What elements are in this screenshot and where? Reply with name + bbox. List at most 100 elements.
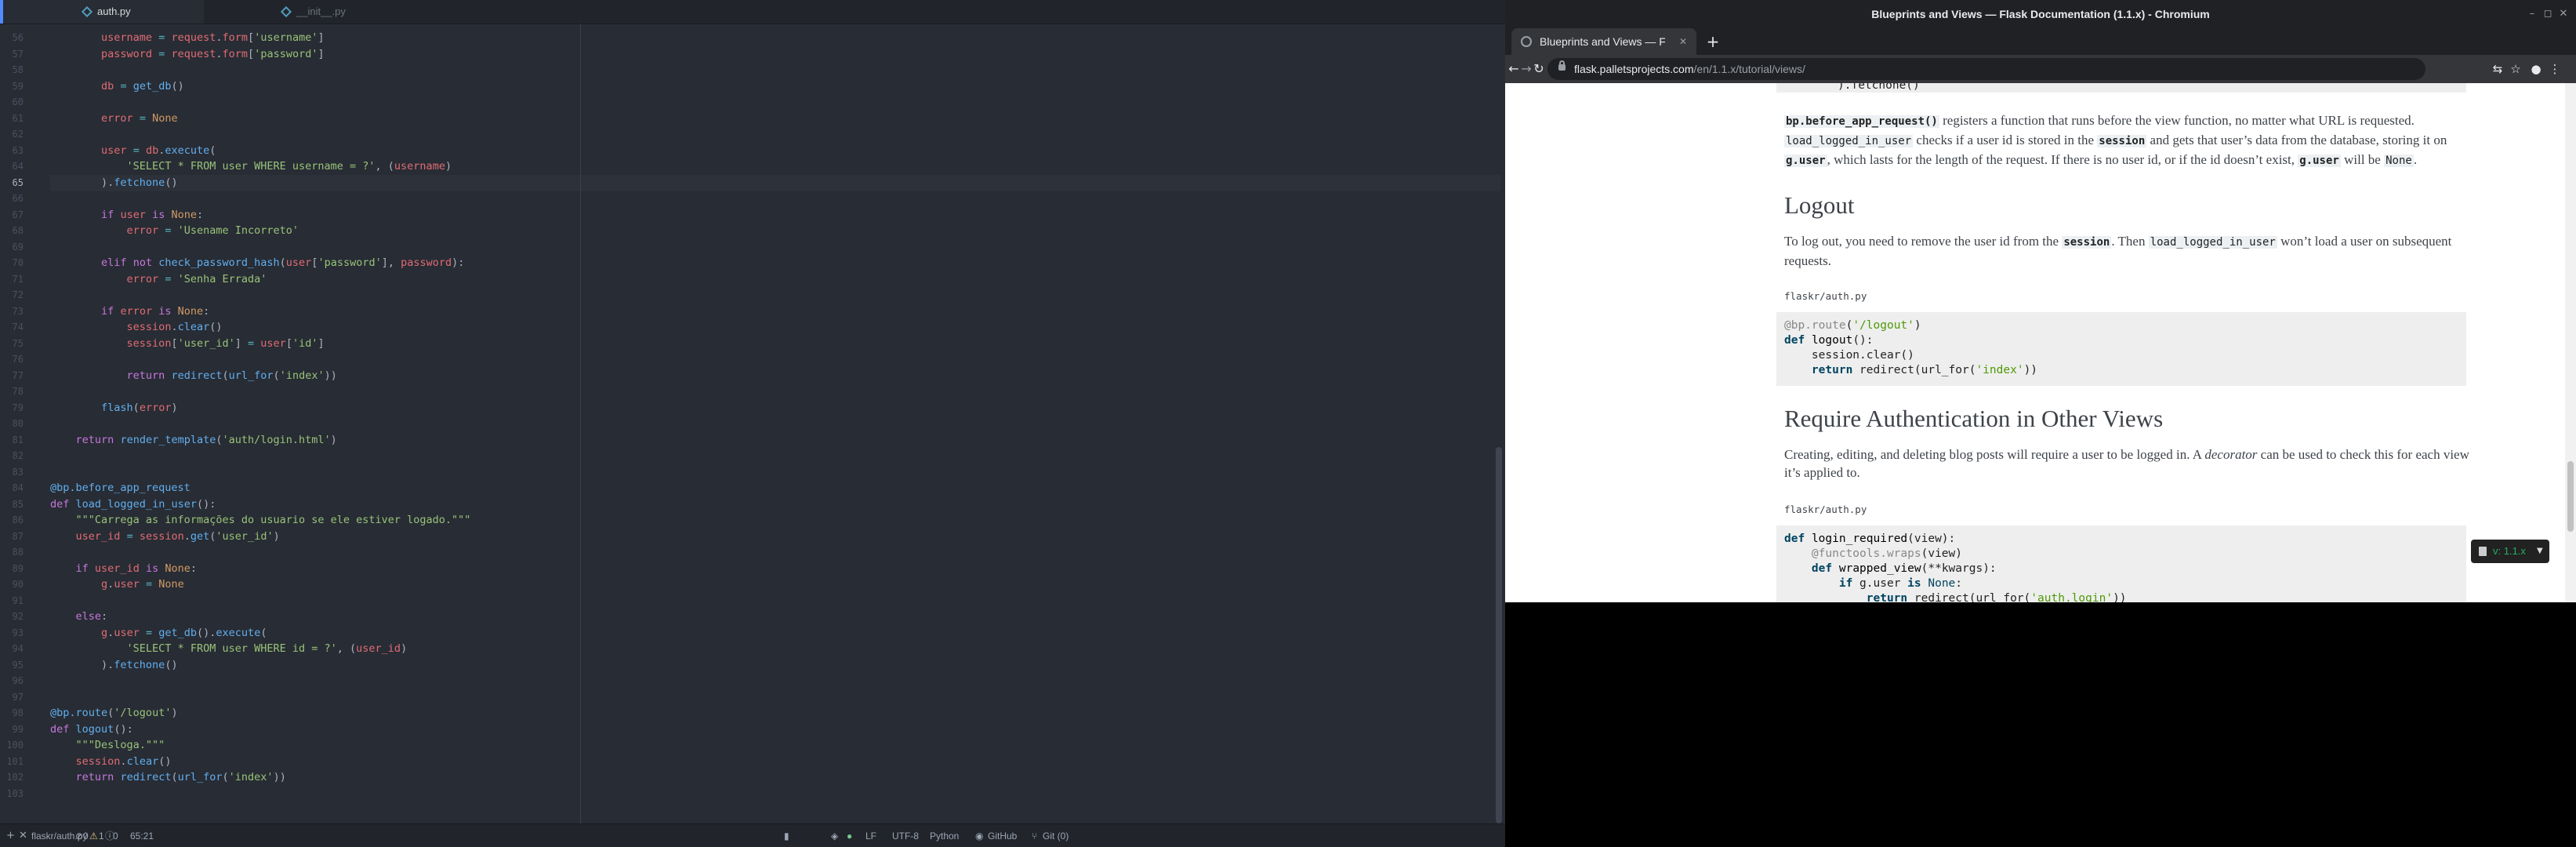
line-number[interactable]: 63	[0, 143, 24, 159]
line-number[interactable]: 92	[0, 609, 24, 625]
warning-count[interactable]: 1	[99, 824, 104, 847]
code-line[interactable]: """Carrega as informações do usuario se …	[50, 512, 471, 529]
inline-code[interactable]: g.user	[1784, 154, 1827, 167]
line-number[interactable]: 82	[0, 448, 24, 464]
close-icon[interactable]: ✕	[19, 824, 27, 847]
line-number[interactable]: 68	[0, 223, 24, 239]
line-number[interactable]: 98	[0, 705, 24, 722]
line-number[interactable]: 77	[0, 368, 24, 384]
line-number[interactable]: 70	[0, 255, 24, 271]
inline-code[interactable]: g.user	[2298, 154, 2341, 167]
encoding[interactable]: UTF-8	[892, 824, 919, 847]
browser-tab[interactable]: Blueprints and Views — F ✕	[1511, 28, 1696, 55]
inline-code[interactable]: bp.before_app_request()	[1784, 115, 1939, 128]
code-line[interactable]: user_id = session.get('user_id')	[50, 529, 280, 545]
line-number[interactable]: 66	[0, 191, 24, 207]
code-line[interactable]: flash(error)	[50, 400, 178, 416]
line-number[interactable]: 80	[0, 416, 24, 432]
code-line[interactable]: def load_logged_in_user():	[50, 496, 216, 513]
code-line[interactable]: ).fetchone()	[50, 175, 178, 191]
line-number[interactable]: 100	[0, 737, 24, 754]
line-number[interactable]: 65	[0, 175, 24, 191]
translate-icon[interactable]: ⇆	[2489, 60, 2506, 78]
tab-auth-py[interactable]: auth.py	[0, 0, 204, 24]
line-number[interactable]: 74	[0, 319, 24, 336]
url-text[interactable]: flask.palletsprojects.com/en/1.1.x/tutor…	[1574, 58, 1805, 80]
line-number[interactable]: 75	[0, 336, 24, 352]
close-window-icon[interactable]: ✕	[2556, 6, 2571, 22]
line-number[interactable]: 78	[0, 384, 24, 400]
profile-icon[interactable]: ●	[2527, 60, 2545, 78]
inline-code[interactable]: session	[2097, 135, 2147, 147]
code-line[interactable]: if user_id is None:	[50, 561, 198, 577]
code-line[interactable]: session['user_id'] = user['id']	[50, 336, 325, 352]
code-line[interactable]: db = get_db()	[50, 78, 184, 95]
line-number[interactable]: 83	[0, 464, 24, 481]
line-number[interactable]: 96	[0, 673, 24, 689]
code-line[interactable]: 'SELECT * FROM user WHERE id = ?', (user…	[50, 641, 408, 657]
code-line[interactable]: @bp.route('/logout')	[50, 705, 178, 722]
code-line[interactable]: return render_template('auth/login.html'…	[50, 432, 337, 449]
line-number[interactable]: 90	[0, 576, 24, 593]
line-number-gutter[interactable]: 56 57 58 59 60 61 62 63 64 65 66 67 68 69 70 71 72 73 74 75…	[0, 24, 34, 823]
line-number[interactable]: 73	[0, 304, 24, 320]
line-number[interactable]: 58	[0, 62, 24, 78]
git-button[interactable]: Git (0)	[1043, 824, 1068, 847]
error-count[interactable]: 0	[83, 824, 89, 847]
title-bar[interactable]: Blueprints and Views — Flask Documentati…	[1505, 0, 2576, 28]
page-scrollbar[interactable]	[2565, 83, 2576, 602]
code-line[interactable]: 'SELECT * FROM user WHERE username = ?',…	[50, 158, 452, 175]
toggle-icon[interactable]: ▮	[784, 824, 789, 847]
code-line[interactable]: error = None	[50, 111, 178, 127]
code-line[interactable]: return redirect(url_for('index'))	[50, 769, 286, 786]
code-line[interactable]: elif not check_password_hash(user['passw…	[50, 255, 464, 271]
line-number[interactable]: 62	[0, 126, 24, 143]
bookmark-star-icon[interactable]: ☆	[2507, 60, 2524, 78]
line-number[interactable]: 85	[0, 496, 24, 513]
git-icon[interactable]: ◈	[831, 824, 838, 847]
code-line[interactable]: """Desloga."""	[50, 737, 165, 754]
code-line[interactable]: return redirect(url_for('index'))	[50, 368, 337, 384]
line-number[interactable]: 56	[0, 30, 24, 46]
new-tab-icon[interactable]: +	[1704, 33, 1722, 50]
line-number[interactable]: 87	[0, 529, 24, 545]
page-scrollbar-thumb[interactable]	[2567, 461, 2574, 532]
code-line[interactable]: user = db.execute(	[50, 143, 216, 159]
info-count[interactable]: 0	[113, 824, 118, 847]
close-tab-icon[interactable]: ✕	[1676, 35, 1690, 49]
inline-code[interactable]: load_logged_in_user	[1784, 135, 1914, 147]
line-number[interactable]: 86	[0, 512, 24, 529]
line-number[interactable]: 76	[0, 351, 24, 368]
address-bar[interactable]: flask.palletsprojects.com/en/1.1.x/tutor…	[1547, 58, 2425, 80]
code-area[interactable]: username = request.form['username'] pass…	[50, 24, 1477, 823]
inline-code[interactable]: session	[2062, 236, 2112, 249]
line-number[interactable]: 84	[0, 480, 24, 496]
code-line[interactable]: else:	[50, 609, 108, 625]
code-line[interactable]: if error is None:	[50, 304, 209, 320]
line-number[interactable]: 99	[0, 722, 24, 738]
line-number[interactable]: 59	[0, 78, 24, 95]
line-number[interactable]: 89	[0, 561, 24, 577]
code-line[interactable]: session.clear()	[50, 754, 172, 770]
line-number[interactable]: 103	[0, 786, 24, 802]
line-number[interactable]: 61	[0, 111, 24, 127]
line-number[interactable]: 95	[0, 657, 24, 674]
code-line[interactable]: if user is None:	[50, 207, 203, 224]
code-line[interactable]: error = 'Usename Incorreto'	[50, 223, 299, 239]
line-number[interactable]: 97	[0, 689, 24, 706]
code-line[interactable]: error = 'Senha Errada'	[50, 271, 267, 288]
line-ending[interactable]: LF	[865, 824, 876, 847]
line-number[interactable]: 67	[0, 207, 24, 224]
add-icon[interactable]: +	[6, 824, 15, 847]
line-number[interactable]: 88	[0, 544, 24, 561]
line-number[interactable]: 93	[0, 625, 24, 642]
line-number[interactable]: 72	[0, 287, 24, 304]
code-line[interactable]: g.user = None	[50, 576, 184, 593]
line-number[interactable]: 94	[0, 641, 24, 657]
editor-scrollbar[interactable]	[1496, 447, 1502, 823]
line-number[interactable]: 57	[0, 46, 24, 63]
line-number[interactable]: 79	[0, 400, 24, 416]
version-selector[interactable]: v: 1.1.x ▼	[2471, 540, 2549, 563]
inline-code[interactable]: load_logged_in_user	[2148, 236, 2277, 249]
code-line[interactable]: password = request.form['password']	[50, 46, 325, 63]
